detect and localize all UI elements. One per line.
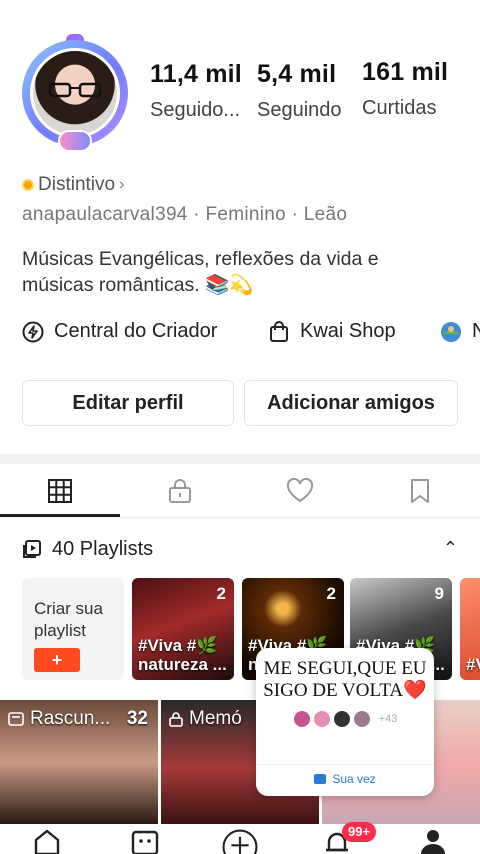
playlist-title: #Viva #🌿 natureza ... bbox=[138, 636, 227, 674]
bookmark-icon bbox=[411, 479, 429, 503]
kwai-shop-link[interactable]: Kwai Shop bbox=[268, 320, 396, 343]
avatar bbox=[292, 710, 311, 728]
playlist-card[interactable]: #V bbox=[460, 578, 480, 680]
sticker-avatars: +43 bbox=[256, 710, 434, 728]
drafts-label: Rascun... bbox=[8, 708, 110, 730]
lock-icon bbox=[169, 479, 191, 503]
following-label: Seguindo bbox=[257, 99, 342, 121]
badge-label: Distintivo bbox=[38, 174, 116, 195]
sticker-action-button[interactable]: Sua vez bbox=[256, 772, 434, 786]
chevron-right-icon: › bbox=[119, 176, 125, 193]
profile-links: Central do Criador Kwai Shop N bbox=[22, 320, 480, 350]
badge-icon bbox=[22, 179, 34, 191]
lock-icon bbox=[169, 712, 183, 727]
create-playlist-card[interactable]: Criar sua playlist + bbox=[22, 578, 124, 680]
bottom-nav bbox=[0, 824, 480, 854]
creator-center-link[interactable]: Central do Criador bbox=[22, 320, 217, 343]
tab-grid[interactable] bbox=[0, 464, 120, 518]
likes-count: 161 mil bbox=[362, 58, 449, 86]
edit-profile-button[interactable]: Editar perfil bbox=[22, 380, 234, 426]
tab-liked[interactable] bbox=[240, 464, 360, 518]
notification-badge: 99+ bbox=[342, 822, 377, 842]
extra-link-label: N bbox=[472, 320, 480, 342]
chevron-up-icon[interactable]: ⌃ bbox=[443, 538, 458, 559]
sticker-divider bbox=[256, 764, 434, 765]
playlist-count: 2 bbox=[216, 584, 226, 603]
friends-icon[interactable] bbox=[130, 828, 160, 854]
playlists-header[interactable]: 40 Playlists ⌃ bbox=[22, 536, 458, 562]
likes-label: Curtidas bbox=[362, 97, 437, 119]
profile-meta: anapaulacarval394 · Feminino · Leão bbox=[22, 204, 348, 225]
avatar bbox=[312, 710, 331, 728]
kwai-shop-label: Kwai Shop bbox=[300, 320, 396, 342]
home-icon[interactable] bbox=[32, 828, 62, 854]
profile-stats: 11,4 mil Seguido... 5,4 mil Seguindo 161… bbox=[148, 58, 480, 140]
avatar-play-badge bbox=[58, 130, 92, 152]
avatar bbox=[352, 710, 371, 728]
tab-saved[interactable] bbox=[360, 464, 480, 518]
sticker-more-count: +43 bbox=[378, 713, 398, 725]
playlists-count-label: 40 Playlists bbox=[52, 537, 154, 560]
playlist-card[interactable]: 2 #Viva #🌿 natureza ... bbox=[132, 578, 234, 680]
profile-bio: Músicas Evangélicas, reflexões da vida e… bbox=[22, 248, 379, 296]
playlist-icon bbox=[23, 540, 41, 558]
shopping-bag-icon bbox=[270, 320, 288, 342]
active-tab-indicator bbox=[0, 514, 120, 517]
memories-text: Memó bbox=[189, 708, 242, 729]
globe-avatar-icon bbox=[441, 321, 461, 342]
tab-private[interactable] bbox=[120, 464, 240, 518]
playlist-count: 2 bbox=[326, 584, 336, 603]
followers-stat[interactable]: 11,4 mil Seguido... bbox=[150, 60, 242, 122]
likes-stat[interactable]: 161 mil Curtidas bbox=[362, 58, 448, 120]
distinctive-badge-link[interactable]: Distintivo › bbox=[22, 174, 124, 196]
playlist-count: 9 bbox=[434, 584, 444, 603]
profile-avatar[interactable] bbox=[14, 34, 134, 154]
following-stat[interactable]: 5,4 mil Seguindo bbox=[257, 60, 342, 122]
add-friends-button[interactable]: Adicionar amigos bbox=[244, 380, 458, 426]
drafts-text: Rascun... bbox=[30, 708, 111, 729]
creator-center-label: Central do Criador bbox=[54, 320, 218, 342]
grid-icon bbox=[48, 479, 72, 503]
content-tabs bbox=[0, 464, 480, 518]
create-playlist-label: Criar sua playlist bbox=[34, 599, 103, 640]
heart-icon bbox=[286, 478, 314, 503]
drafts-count: 32 bbox=[126, 708, 148, 729]
profile-icon[interactable] bbox=[418, 828, 448, 854]
followers-count: 11,4 mil bbox=[150, 60, 242, 88]
draft-icon bbox=[8, 712, 24, 726]
playlist-title: #V bbox=[466, 655, 480, 674]
section-divider bbox=[0, 454, 480, 464]
following-count: 5,4 mil bbox=[257, 60, 337, 88]
extra-link[interactable]: N bbox=[440, 320, 480, 343]
video-thumbnail[interactable]: Rascun... 32 bbox=[0, 700, 158, 824]
create-icon[interactable] bbox=[218, 828, 262, 854]
lightning-circle-icon bbox=[22, 321, 44, 342]
camera-icon bbox=[314, 774, 327, 784]
followers-label: Seguido... bbox=[150, 99, 241, 121]
create-playlist-button[interactable]: + bbox=[34, 648, 80, 672]
avatar bbox=[332, 710, 351, 728]
memories-label: Memó bbox=[169, 708, 242, 730]
avatar-glasses-graphic bbox=[48, 82, 102, 98]
sticker-action-label: Sua vez bbox=[332, 772, 376, 786]
follow-back-sticker[interactable]: ME SEGUI,QUE EU SIGO DE VOLTA❤️ +43 Sua … bbox=[256, 648, 434, 796]
sticker-text: ME SEGUI,QUE EU SIGO DE VOLTA❤️ bbox=[263, 658, 427, 701]
